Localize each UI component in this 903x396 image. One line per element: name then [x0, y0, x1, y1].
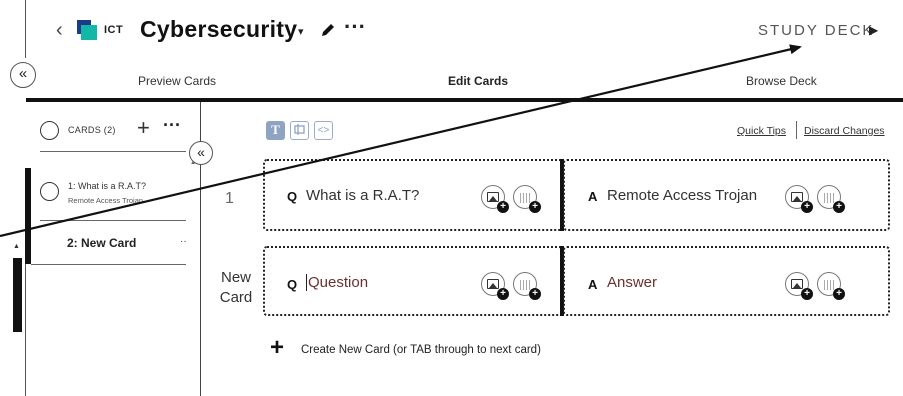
quick-tips-link[interactable]: Quick Tips — [737, 125, 786, 137]
answer-text[interactable]: Remote Access Trojan — [607, 187, 757, 204]
add-image-icon[interactable]: + — [785, 185, 813, 213]
divider — [31, 264, 186, 265]
divider — [40, 220, 186, 221]
list-item-title[interactable]: 2: New Card — [67, 236, 136, 250]
back-chevron-icon[interactable]: ‹ — [56, 20, 63, 40]
deck-title[interactable]: Cybersecurity — [140, 16, 297, 43]
panel-edge-line — [25, 0, 26, 58]
list-item-title[interactable]: 1: What is a R.A.T? — [68, 181, 146, 191]
tab-preview-cards[interactable]: Preview Cards — [138, 74, 216, 88]
create-card-button[interactable]: Create New Card (or TAB through to next … — [301, 344, 541, 356]
active-item-indicator — [25, 168, 31, 264]
deck-more-button[interactable]: ··· — [344, 14, 366, 40]
add-audio-icon[interactable]: + — [817, 185, 845, 213]
code-mode-button[interactable]: <> — [314, 121, 333, 140]
scroll-up-arrow-icon[interactable]: ▲ — [190, 160, 196, 166]
answer-label: A — [588, 277, 598, 292]
add-audio-icon[interactable]: + — [513, 272, 541, 300]
new-card-label: New Card — [216, 268, 256, 308]
cards-more-button[interactable]: ··· — [163, 115, 181, 136]
new-card-label-line2: Card — [219, 289, 253, 306]
list-item-subtitle: Remote Access Trojan — [68, 196, 144, 205]
question-label: Q — [287, 189, 298, 204]
deck-logo-icon — [77, 20, 97, 40]
discard-changes-link[interactable]: Discard Changes — [804, 125, 885, 137]
list-item-more-icon[interactable]: ·· — [180, 236, 187, 247]
question-text[interactable]: What is a R.A.T? — [306, 187, 419, 204]
cloze-mode-icon[interactable] — [290, 121, 309, 140]
add-image-icon[interactable]: + — [481, 185, 509, 213]
answer-placeholder[interactable]: Answer — [607, 274, 657, 291]
answer-label: A — [588, 189, 598, 204]
create-card-plus-icon[interactable]: + — [270, 336, 284, 360]
question-placeholder[interactable]: Question — [308, 274, 368, 291]
panel-edge-line — [25, 264, 26, 396]
divider — [40, 151, 186, 152]
tab-edit-cards[interactable]: Edit Cards — [448, 74, 508, 88]
add-card-button[interactable]: + — [137, 117, 150, 139]
scrollbar-thumb[interactable] — [13, 258, 22, 332]
subject-tag: ICT — [104, 24, 124, 36]
divider — [796, 121, 797, 139]
study-deck-button[interactable]: STUDY DECK — [758, 22, 874, 39]
collapse-panel-button[interactable]: « — [10, 62, 36, 88]
add-image-icon[interactable]: + — [785, 272, 813, 300]
play-icon[interactable]: ▶ — [869, 23, 878, 37]
add-audio-icon[interactable]: + — [817, 272, 845, 300]
scroll-up-arrow-icon[interactable]: ▲ — [13, 243, 20, 250]
text-cursor — [306, 274, 307, 291]
title-dropdown-icon[interactable]: ▾ — [298, 25, 304, 38]
card-select-radio[interactable] — [40, 182, 59, 201]
card-row-number: 1 — [225, 190, 234, 207]
question-label: Q — [287, 277, 298, 292]
tab-browse-deck[interactable]: Browse Deck — [746, 74, 817, 88]
new-card-label-line1: New — [220, 269, 251, 286]
header-divider — [26, 98, 903, 102]
text-mode-button[interactable]: T — [266, 121, 285, 140]
add-image-icon[interactable]: + — [481, 272, 509, 300]
add-audio-icon[interactable]: + — [513, 185, 541, 213]
edit-pencil-icon[interactable] — [320, 22, 336, 38]
cards-count: CARDS (2) — [68, 125, 116, 135]
select-all-radio[interactable] — [40, 121, 59, 140]
